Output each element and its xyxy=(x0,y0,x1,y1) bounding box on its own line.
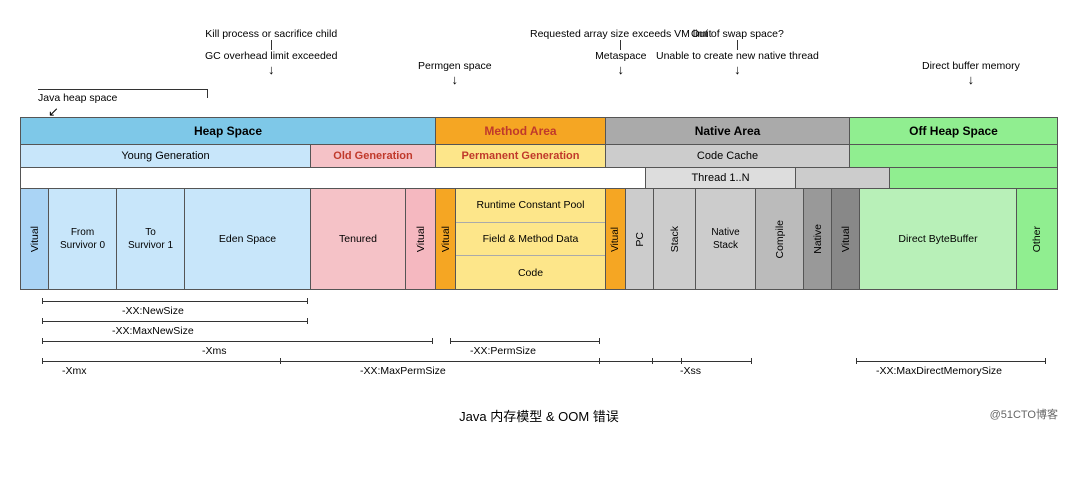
cell-tenured: Tenured xyxy=(311,189,406,289)
offheap-sub-header xyxy=(850,145,1057,167)
cell-virtual-method-right: Vitual xyxy=(606,189,626,289)
heap-space-header: Heap Space xyxy=(21,118,436,144)
anno-java-heap: Java heap space xyxy=(38,92,117,104)
label-newsize: -XX:NewSize xyxy=(42,305,308,317)
label-permsize: -XX:PermSize xyxy=(450,345,600,357)
footer: Java 内存模型 & OOM 错误 @51CTO博客 xyxy=(20,406,1058,425)
thread-spacer-right xyxy=(890,168,1057,188)
cell-virtual-method: Vitual xyxy=(436,189,456,289)
cell-virtual-young: Vitual xyxy=(21,189,49,289)
content-row: Vitual FromSurvivor 0 ToSurvivor 1 Eden … xyxy=(21,189,1057,289)
thread-label: Thread 1..N xyxy=(646,168,796,188)
cell-direct: Direct ByteBuffer xyxy=(860,189,1017,289)
method-sub-cells: Runtime Constant Pool Field & Method Dat… xyxy=(456,189,606,289)
brand-label: @51CTO博客 xyxy=(990,406,1058,422)
label-maxdirect: -XX:MaxDirectMemorySize xyxy=(856,365,1046,377)
bottom-annotations: -XX:NewSize -XX:MaxNewSize -Xms xyxy=(20,296,1058,396)
anno-kill: Kill process or sacrifice child xyxy=(205,28,337,40)
cell-runtime-pool: Runtime Constant Pool xyxy=(456,189,605,223)
label-xss: -Xss xyxy=(652,365,752,377)
cell-virtual-old: Vitual xyxy=(406,189,436,289)
cell-code: Code xyxy=(456,256,605,289)
cell-other: Other xyxy=(1017,189,1057,289)
method-area-header: Method Area xyxy=(436,118,606,144)
label-maxpermsize: -XX:MaxPermSize xyxy=(280,365,600,377)
perm-gen-header: Permanent Generation xyxy=(436,145,606,167)
thread-row: Thread 1..N xyxy=(21,168,1057,189)
native-area-header: Native Area xyxy=(606,118,850,144)
thread-spacer-left xyxy=(21,168,646,188)
cell-native: Native xyxy=(804,189,832,289)
cell-compile: Compile xyxy=(756,189,804,289)
label-maxnewsize: -XX:MaxNewSize xyxy=(42,325,308,337)
old-gen-header: Old Generation xyxy=(311,145,436,167)
offheap-header: Off Heap Space xyxy=(850,118,1057,144)
sub-section-headers: Young Generation Old Generation Permanen… xyxy=(21,145,1057,168)
top-annotations: Java heap space ↙ Kill process or sacrif… xyxy=(20,10,1058,115)
cell-to-survivor: ToSurvivor 1 xyxy=(117,189,185,289)
code-cache-header: Code Cache xyxy=(606,145,850,167)
anno-direct: Direct buffer memory xyxy=(922,60,1020,72)
cell-eden: Eden Space xyxy=(185,189,311,289)
cell-native-stack: NativeStack xyxy=(696,189,756,289)
anno-permgen: Permgen space xyxy=(418,60,492,72)
cell-virtual-native: Vitual xyxy=(832,189,860,289)
cell-from-survivor: FromSurvivor 0 xyxy=(49,189,117,289)
cell-field-method: Field & Method Data xyxy=(456,223,605,257)
memory-diagram: Heap Space Method Area Native Area Off H… xyxy=(20,117,1058,290)
young-gen-header: Young Generation xyxy=(21,145,311,167)
cell-pc: PC xyxy=(626,189,654,289)
cell-stack: Stack xyxy=(654,189,696,289)
footer-title: Java 内存模型 & OOM 错误 xyxy=(459,409,619,424)
anno-swap: Out of swap space? xyxy=(691,28,784,40)
section-headers: Heap Space Method Area Native Area Off H… xyxy=(21,118,1057,145)
label-xms: -Xms xyxy=(42,345,433,357)
